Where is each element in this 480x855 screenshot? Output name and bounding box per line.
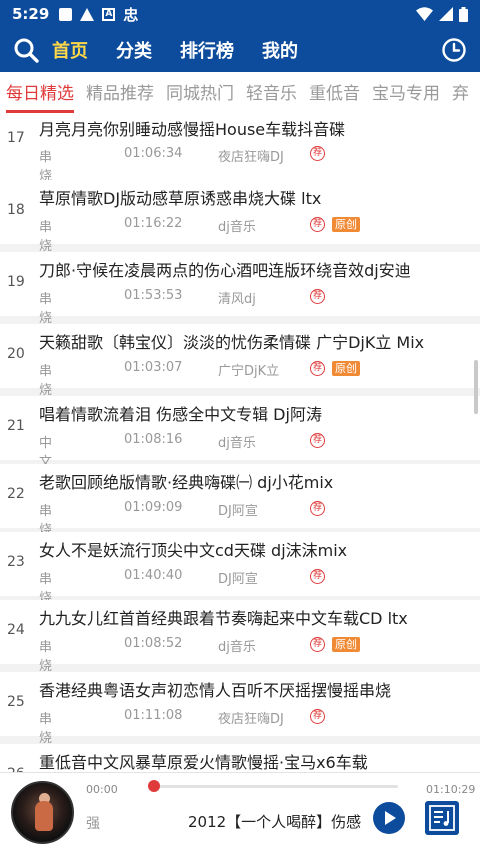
song-row[interactable]: 25 香港经典粤语女声初恋情人百听不厌摇摆慢摇串烧 串烧舞曲 01:11:08 … bbox=[0, 672, 480, 772]
recommend-badge: 荐 bbox=[310, 709, 325, 724]
category-tab-daily[interactable]: 每日精选 bbox=[6, 72, 74, 116]
recommend-badge: 荐 bbox=[310, 569, 325, 584]
total-time: 01:10:29 bbox=[426, 783, 476, 796]
recommend-badge: 荐 bbox=[310, 361, 325, 376]
song-duration: 01:03:07 bbox=[124, 360, 183, 375]
song-author: DJ阿宣 bbox=[218, 572, 258, 587]
category-tab-local-hot[interactable]: 同城热门 bbox=[166, 72, 234, 116]
song-number: 24 bbox=[7, 622, 25, 638]
recommend-badge: 荐 bbox=[310, 433, 325, 448]
song-title: 女人不是妖流行顶尖中文cd天碟 dj沫沫mix bbox=[39, 541, 348, 560]
album-cover[interactable] bbox=[11, 781, 74, 844]
song-duration: 01:08:16 bbox=[124, 432, 183, 447]
song-row[interactable]: 23 女人不是妖流行顶尖中文cd天碟 dj沫沫mix 串烧舞曲 01:40:40… bbox=[0, 532, 480, 644]
category-tab-light-music[interactable]: 轻音乐 bbox=[246, 72, 297, 116]
recommend-badge: 荐 bbox=[310, 146, 325, 161]
song-duration: 01:11:08 bbox=[124, 708, 183, 723]
mini-player: 00:00 01:10:29 强 2012【一个人喝醉】伤感 bbox=[0, 772, 480, 855]
progress-knob[interactable] bbox=[148, 780, 161, 792]
nav-tab-category[interactable]: 分类 bbox=[116, 37, 152, 63]
original-badge: 原创 bbox=[332, 361, 360, 376]
song-title: 刀郎·守候在凌晨两点的伤心酒吧连版环绕音效dj安迪 bbox=[39, 261, 411, 280]
category-tab-more[interactable]: 弃 bbox=[452, 72, 469, 116]
song-row[interactable]: 20 天籁甜歌〔韩宝仪〕淡淡的忧伤柔情碟 广宁DjK立 Mix 串烧舞曲 01:… bbox=[0, 324, 480, 436]
progress-bar[interactable] bbox=[148, 780, 398, 792]
song-author: dj音乐 bbox=[218, 220, 256, 235]
song-title: 香港经典粤语女声初恋情人百听不厌摇摆慢摇串烧 bbox=[39, 681, 392, 700]
song-title: 老歌回顾绝版情歌·经典嗨碟㈠ dj小花mix bbox=[39, 473, 334, 492]
song-author: 夜店狂嗨DJ bbox=[218, 150, 284, 165]
search-button[interactable] bbox=[0, 28, 52, 72]
song-row[interactable]: 18 草原情歌DJ版动感草原诱惑串烧大碟 ltx 串烧舞曲 01:16:22 d… bbox=[0, 180, 480, 292]
clock-icon bbox=[442, 38, 466, 62]
song-title: 草原情歌DJ版动感草原诱惑串烧大碟 ltx bbox=[39, 189, 322, 208]
status-time: 5:29 bbox=[12, 5, 50, 23]
song-number: 21 bbox=[7, 418, 25, 434]
song-row[interactable]: 26 重低音中文风暴草原爱火情歌慢摇·宝马x6车载 bbox=[0, 744, 480, 772]
nav-tab-ranking[interactable]: 排行榜 bbox=[180, 37, 234, 63]
song-number: 18 bbox=[7, 202, 25, 218]
song-row[interactable]: 24 九九女儿红首首经典跟着节奏嗨起来中文车载CD ltx 串烧舞曲 01:08… bbox=[0, 600, 480, 712]
song-list: 17 月亮月亮你别睡动感慢摇House车载抖音碟 串烧舞曲 01:06:34 夜… bbox=[0, 116, 480, 772]
original-badge: 原创 bbox=[332, 217, 360, 232]
warning-icon bbox=[80, 7, 95, 21]
song-duration: 01:09:09 bbox=[124, 500, 183, 515]
song-title: 唱着情歌流着泪 伤感全中文专辑 Dj阿涛 bbox=[39, 405, 322, 424]
song-author: 清风dj bbox=[218, 292, 256, 307]
play-button[interactable] bbox=[373, 802, 405, 834]
song-author: 广宁DjK立 bbox=[218, 364, 280, 379]
song-row[interactable]: 22 老歌回顾绝版情歌·经典嗨碟㈠ dj小花mix 串烧舞曲 01:09:09 … bbox=[0, 464, 480, 576]
song-duration: 01:53:53 bbox=[124, 288, 183, 303]
nav-tab-home[interactable]: 首页 bbox=[52, 37, 88, 63]
wifi-icon bbox=[416, 7, 433, 21]
recommend-badge: 荐 bbox=[310, 501, 325, 516]
song-author: DJ阿宣 bbox=[218, 504, 258, 519]
song-duration: 01:06:34 bbox=[124, 146, 183, 161]
song-number: 17 bbox=[7, 130, 25, 146]
search-icon bbox=[14, 38, 39, 63]
app-header: 首页 分类 排行榜 我的 bbox=[0, 28, 480, 72]
song-duration: 01:08:52 bbox=[124, 636, 183, 651]
notification-square-icon bbox=[59, 7, 73, 21]
song-number: 22 bbox=[7, 486, 25, 502]
history-button[interactable] bbox=[428, 28, 480, 72]
song-row[interactable]: 21 唱着情歌流着泪 伤感全中文专辑 Dj阿涛 中文舞曲 01:08:16 dj… bbox=[0, 396, 480, 508]
signal-icon bbox=[439, 7, 453, 21]
playlist-icon bbox=[429, 805, 455, 831]
list-scrollbar[interactable] bbox=[474, 360, 478, 414]
song-author: dj音乐 bbox=[218, 436, 256, 451]
original-badge: 原创 bbox=[332, 637, 360, 652]
category-tabs: 每日精选 精品推荐 同城热门 轻音乐 重低音 宝马专用 弃 bbox=[0, 72, 480, 116]
song-title: 天籁甜歌〔韩宝仪〕淡淡的忧伤柔情碟 广宁DjK立 Mix bbox=[39, 333, 425, 352]
song-title: 月亮月亮你别睡动感慢摇House车载抖音碟 bbox=[39, 120, 346, 139]
marquee-tail: 强 bbox=[86, 816, 100, 832]
song-duration: 01:40:40 bbox=[124, 568, 183, 583]
battery-icon bbox=[459, 6, 468, 22]
elapsed-time: 00:00 bbox=[86, 783, 118, 796]
song-author: 夜店狂嗨DJ bbox=[218, 712, 284, 727]
nav-tab-mine[interactable]: 我的 bbox=[262, 37, 298, 63]
category-tab-bass[interactable]: 重低音 bbox=[309, 72, 360, 116]
song-author: dj音乐 bbox=[218, 640, 256, 655]
song-number: 23 bbox=[7, 554, 25, 570]
song-number: 19 bbox=[7, 274, 25, 290]
category-tab-recommend[interactable]: 精品推荐 bbox=[86, 72, 154, 116]
app-notification-glyph: 忠 bbox=[123, 5, 139, 24]
song-number: 25 bbox=[7, 694, 25, 710]
cover-figure-body bbox=[35, 801, 53, 831]
a-icon: A bbox=[102, 7, 116, 21]
song-row[interactable]: 17 月亮月亮你别睡动感慢摇House车载抖音碟 串烧舞曲 01:06:34 夜… bbox=[0, 116, 480, 222]
song-duration: 01:16:22 bbox=[124, 216, 183, 231]
song-title: 九九女儿红首首经典跟着节奏嗨起来中文车载CD ltx bbox=[39, 609, 408, 628]
song-row[interactable]: 19 刀郎·守候在凌晨两点的伤心酒吧连版环绕音效dj安迪 串烧舞曲 01:53:… bbox=[0, 252, 480, 364]
recommend-badge: 荐 bbox=[310, 637, 325, 652]
playlist-button[interactable] bbox=[425, 801, 459, 835]
now-playing-title: 2012【一个人喝醉】伤感 bbox=[188, 813, 362, 831]
recommend-badge: 荐 bbox=[310, 289, 325, 304]
song-title: 重低音中文风暴草原爱火情歌慢摇·宝马x6车载 bbox=[39, 753, 368, 772]
song-number: 20 bbox=[7, 346, 25, 362]
status-bar: 5:29 A 忠 bbox=[0, 0, 480, 28]
recommend-badge: 荐 bbox=[310, 217, 325, 232]
category-tab-bmw[interactable]: 宝马专用 bbox=[372, 72, 440, 116]
